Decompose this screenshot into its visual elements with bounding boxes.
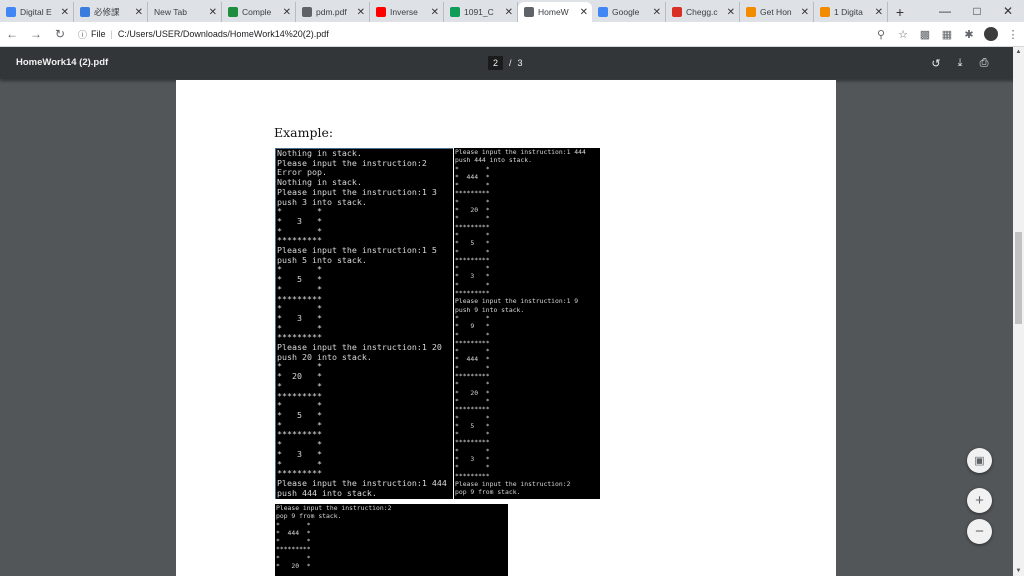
tab-title: Digital E <box>20 7 52 17</box>
tab[interactable]: New Tab ✕ <box>148 2 222 22</box>
close-tab-icon[interactable]: ✕ <box>727 7 735 18</box>
maximize-icon[interactable]: □ <box>961 0 993 22</box>
menu-icon[interactable]: ⋮ <box>1002 22 1024 46</box>
forward-icon[interactable]: → <box>24 22 48 46</box>
puzzle-icon[interactable]: ✱ <box>958 22 980 46</box>
back-icon[interactable]: ← <box>0 22 24 46</box>
tab[interactable]: Get Hon ✕ <box>740 2 814 22</box>
close-tab-icon[interactable]: ✕ <box>505 7 513 18</box>
scroll-up-icon[interactable]: ▲ <box>1013 47 1024 57</box>
tab-title: 必修課 <box>94 7 120 17</box>
scrollbar-thumb[interactable] <box>1015 232 1022 324</box>
close-tab-icon[interactable]: ✕ <box>431 7 439 18</box>
tab[interactable]: Google ✕ <box>592 2 666 22</box>
c-icon <box>820 7 830 17</box>
scrollbar[interactable]: ▲ ▼ <box>1013 47 1024 576</box>
pdf-toolbar: HomeWork14 (2).pdf 2 / 3 ↺ ⤓ ⎙ <box>0 47 1024 79</box>
tab-title: HomeW <box>538 7 569 17</box>
pdf-page: Example: Nothing in stack. Please input … <box>176 80 836 576</box>
tab[interactable]: 1091_C ✕ <box>444 2 518 22</box>
tab[interactable]: pdm.pdf ✕ <box>296 2 370 22</box>
current-page-input[interactable]: 2 <box>488 56 504 70</box>
close-tab-icon[interactable]: ✕ <box>801 7 809 18</box>
console-screenshot-3: Please input the instruction:2 pop 9 fro… <box>275 504 508 576</box>
zoom-icon[interactable]: ⚲ <box>870 22 892 46</box>
translate-icon <box>598 7 608 17</box>
close-tab-icon[interactable]: ✕ <box>209 7 217 18</box>
console-screenshot-1: Nothing in stack. Please input the instr… <box>275 148 453 499</box>
total-pages: 3 <box>517 58 523 68</box>
close-tab-icon[interactable]: ✕ <box>875 7 883 18</box>
page-heading: Example: <box>274 125 334 140</box>
console-screenshot-2: Please input the instruction:1 444 push … <box>454 148 600 499</box>
address-bar[interactable]: ⓘ File | C:/Users/USER/Downloads/HomeWor… <box>78 25 864 44</box>
close-tab-icon[interactable]: ✕ <box>61 7 69 18</box>
close-tab-icon[interactable]: ✕ <box>135 7 143 18</box>
star-icon[interactable]: ☆ <box>892 22 914 46</box>
pdf-title: HomeWork14 (2).pdf <box>16 57 109 68</box>
tab-title: Comple <box>242 7 272 17</box>
gmail-icon <box>672 7 682 17</box>
globe-icon <box>302 7 312 17</box>
divider: | <box>110 29 113 39</box>
check-icon <box>228 7 238 17</box>
close-tab-icon[interactable]: ✕ <box>357 7 365 18</box>
browser-toolbar: ← → ↻ ⓘ File | C:/Users/USER/Downloads/H… <box>0 22 1024 47</box>
extension-badge-icon[interactable]: ▩ <box>914 22 936 46</box>
reload-icon[interactable]: ↻ <box>48 22 72 46</box>
rotate-icon[interactable]: ↺ <box>928 55 944 71</box>
fit-page-button[interactable]: ▣ <box>967 448 992 473</box>
close-tab-icon[interactable]: ✕ <box>653 7 661 18</box>
extension-icon[interactable]: ▦ <box>936 22 958 46</box>
docs-icon <box>6 7 16 17</box>
tab[interactable]: HomeW ✕ <box>518 2 592 22</box>
tab[interactable]: 1 Digita ✕ <box>814 2 888 22</box>
tab-title: New Tab <box>154 7 187 17</box>
close-tab-icon[interactable]: ✕ <box>283 7 291 18</box>
download-icon[interactable]: ⤓ <box>952 55 968 71</box>
tab-strip: Digital E ✕ 必修課 ✕ New Tab ✕ Comple ✕ pdm.pdf ✕ Inv… <box>0 0 1024 22</box>
tab-title: Get Hon <box>760 7 792 17</box>
scheme-label: File <box>91 29 106 39</box>
url-text: C:/Users/USER/Downloads/HomeWork14%20(2)… <box>117 29 329 39</box>
people-icon <box>80 7 90 17</box>
tab-title: Chegg.c <box>686 7 718 17</box>
tab-title: 1 Digita <box>834 7 863 17</box>
close-tab-icon[interactable]: ✕ <box>580 7 588 18</box>
zoom-out-button[interactable]: − <box>967 519 992 544</box>
close-window-icon[interactable]: ✕ <box>992 0 1024 22</box>
tab-title: pdm.pdf <box>316 7 347 17</box>
tab[interactable]: Chegg.c ✕ <box>666 2 740 22</box>
print-icon[interactable]: ⎙ <box>976 55 992 71</box>
tab-title: 1091_C <box>464 7 494 17</box>
c-icon <box>746 7 756 17</box>
globe-icon <box>524 7 534 17</box>
tab-title: Inverse <box>390 7 418 17</box>
scroll-down-icon[interactable]: ▼ <box>1013 566 1024 576</box>
youtube-icon <box>376 7 386 17</box>
new-tab-button[interactable]: + <box>888 2 912 22</box>
info-icon: ⓘ <box>78 29 88 40</box>
page-indicator: 2 / 3 <box>488 55 523 71</box>
avatar[interactable] <box>984 27 998 41</box>
zoom-in-button[interactable]: + <box>967 488 992 513</box>
page-separator: / <box>509 58 512 68</box>
minimize-icon[interactable]: — <box>929 0 961 22</box>
tab[interactable]: Inverse ✕ <box>370 2 444 22</box>
tab[interactable]: Comple ✕ <box>222 2 296 22</box>
tab[interactable]: 必修課 ✕ <box>74 2 148 22</box>
m-icon <box>450 7 460 17</box>
tab[interactable]: Digital E ✕ <box>0 2 74 22</box>
tab-title: Google <box>612 7 640 17</box>
